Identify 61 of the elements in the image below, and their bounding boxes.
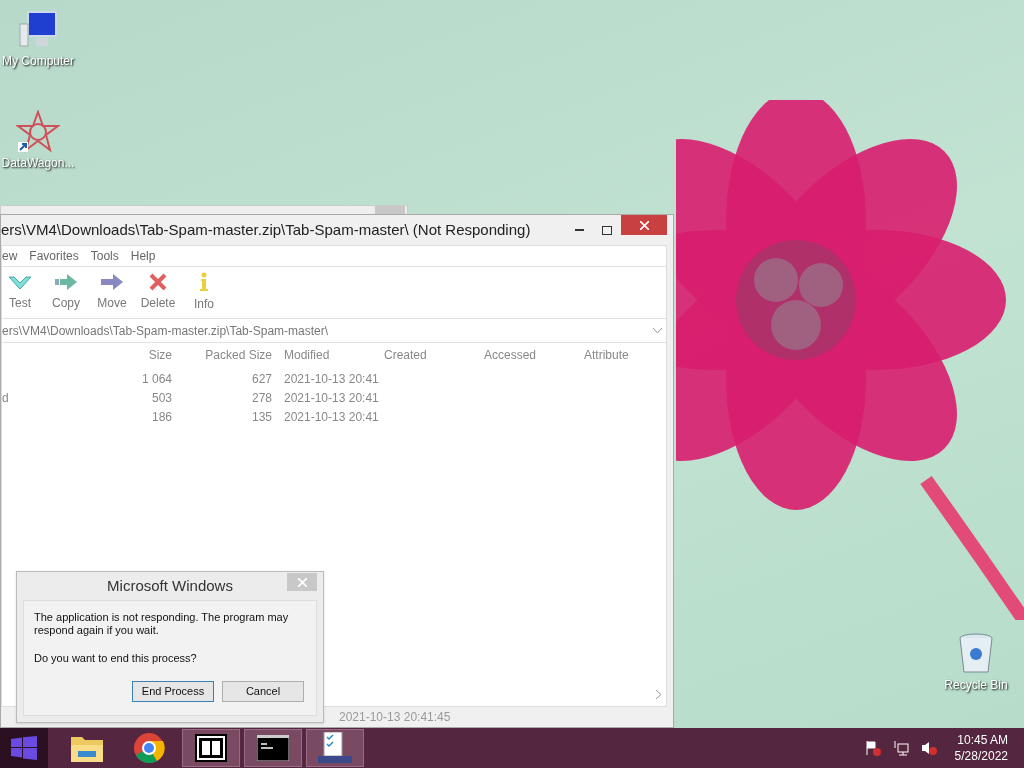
- packed-size-cell-text: 135: [250, 408, 272, 426]
- close-icon: [297, 577, 307, 587]
- taskbar-app[interactable]: [244, 729, 302, 767]
- column-header[interactable]: Created: [372, 346, 472, 364]
- menu-item[interactable]: Favorites: [29, 247, 79, 265]
- clock-date[interactable]: 5/28/2022: [954, 748, 1008, 764]
- maximize-icon: [602, 225, 612, 235]
- menu-item[interactable]: ew: [2, 247, 18, 265]
- packed-size-cell-text: 278: [250, 389, 272, 407]
- close-icon: [639, 220, 649, 230]
- dialog-question: Do you want to end this process?: [34, 651, 198, 666]
- recycle-bin-icon: [956, 632, 996, 676]
- toolbar-button[interactable]: Test: [2, 273, 38, 312]
- taskbar-app[interactable]: [306, 729, 364, 767]
- archive-app-icon: [195, 734, 227, 762]
- file-name-cell-text: d: [2, 389, 10, 407]
- toolbar-button[interactable]: Delete: [140, 273, 176, 312]
- terminal-icon: [257, 735, 289, 761]
- start-button[interactable]: [0, 728, 48, 768]
- column-header[interactable]: Attribute: [572, 346, 672, 364]
- dialog-message: The application is not responding. The program may respond again if you wait.: [34, 611, 290, 637]
- address-field[interactable]: ers\VM4\Downloads\Tab-Spam-master.zip\Tab-Spam-master\: [2, 319, 666, 343]
- toolbar-button[interactable]: Info: [186, 272, 222, 313]
- modified-cell-text: 2021-10-13 20:41: [283, 370, 380, 388]
- windows-logo-icon: [11, 736, 37, 760]
- arrow-right-icon: [54, 273, 78, 291]
- checklist-icon: [318, 732, 352, 764]
- size-cell-text: 186: [150, 408, 172, 426]
- dialog-title: Microsoft Windows: [107, 575, 233, 596]
- chevron-down-icon: [653, 327, 662, 334]
- packed-size-cell-text: 627: [250, 370, 272, 388]
- browser-icon: [133, 732, 165, 764]
- toolbar-button[interactable]: Move: [94, 273, 130, 312]
- network-icon: [892, 740, 909, 756]
- column-header[interactable]: Size: [102, 346, 172, 364]
- size-cell-text: 503: [150, 389, 172, 407]
- taskbar-app[interactable]: [182, 729, 240, 767]
- status-text: 2021-10-13 20:41:45: [339, 709, 451, 726]
- menu-item[interactable]: Help: [130, 247, 156, 265]
- flag-icon: [864, 740, 881, 756]
- speaker-icon: [920, 740, 937, 756]
- column-header[interactable]: Modified: [272, 346, 372, 364]
- size-cell-text: 1 064: [140, 370, 172, 388]
- menu-item[interactable]: Tools: [90, 247, 119, 265]
- info-icon: [198, 272, 210, 292]
- column-header[interactable]: Packed Size: [172, 346, 272, 364]
- dialog-button[interactable]: End Process: [132, 680, 214, 702]
- column-header[interactable]: Accessed: [472, 346, 572, 364]
- arrow-right-icon: [100, 273, 124, 291]
- modified-cell-text: 2021-10-13 20:41: [283, 389, 380, 407]
- star-shortcut-icon: [16, 110, 60, 154]
- modified-cell-text: 2021-10-13 20:41: [283, 408, 380, 426]
- clock-time[interactable]: 10:45 AM: [957, 732, 1008, 748]
- minimize-icon: [574, 229, 584, 231]
- window-title: ers\VM4\Downloads\Tab-Spam-master.zip\Tab-Spam-master\ (Not Responding): [1, 219, 532, 240]
- close-button[interactable]: [621, 215, 667, 235]
- x-icon: [148, 273, 168, 291]
- chevron-right-icon: [656, 690, 662, 699]
- check-icon: [8, 273, 32, 291]
- toolbar-button[interactable]: Copy: [48, 273, 84, 312]
- dialog-button[interactable]: Cancel: [222, 680, 304, 702]
